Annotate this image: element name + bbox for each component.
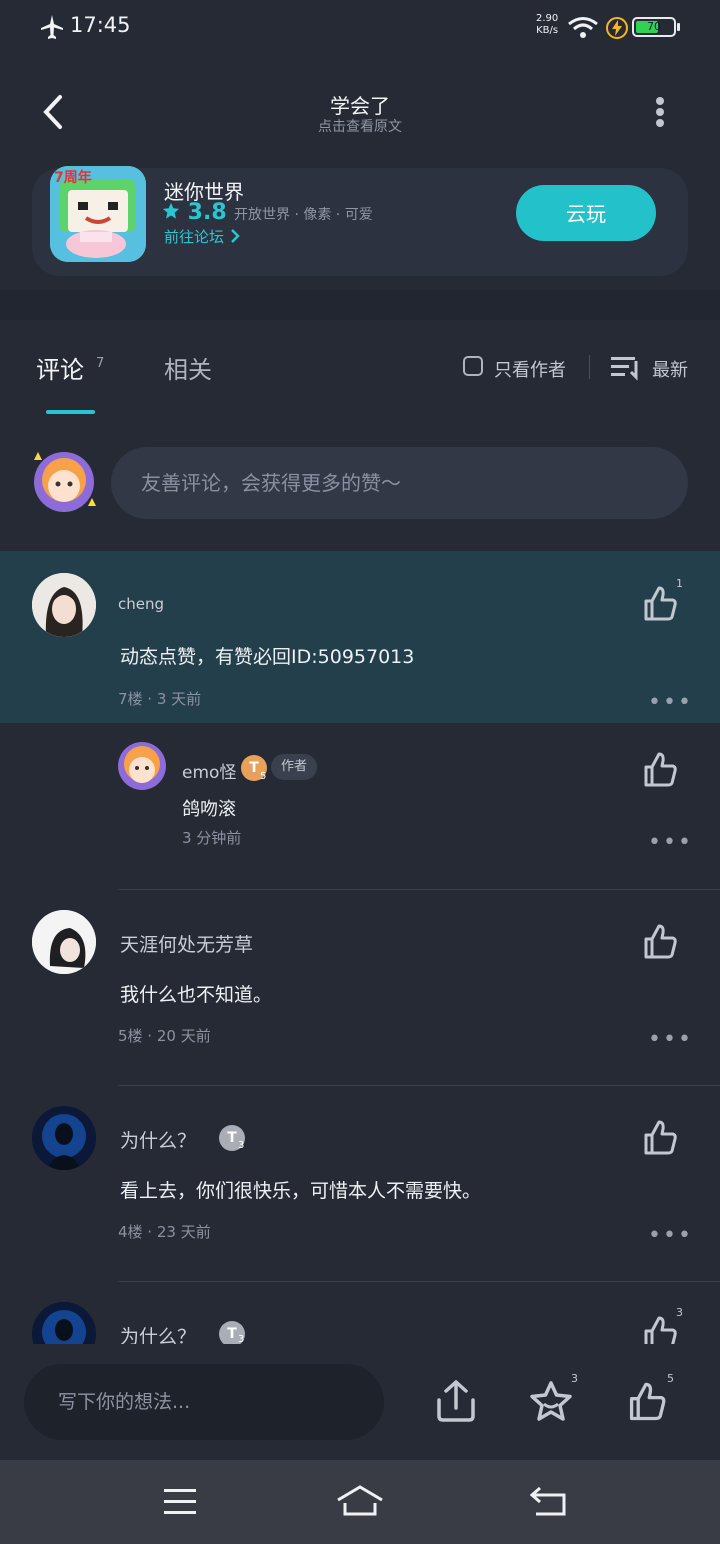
thumbs-up-icon[interactable] bbox=[640, 584, 680, 624]
avatar[interactable] bbox=[32, 1106, 96, 1170]
reply-username[interactable]: emo怪 bbox=[182, 758, 236, 783]
divider bbox=[118, 1281, 720, 1282]
reply-input[interactable]: 写下你的想法... bbox=[24, 1364, 384, 1440]
like-count: 1 bbox=[676, 577, 683, 590]
thumbs-up-icon[interactable] bbox=[640, 750, 680, 790]
my-avatar bbox=[26, 446, 102, 518]
wifi-icon bbox=[568, 17, 598, 38]
back-nav-icon[interactable] bbox=[528, 1484, 570, 1518]
network-speed: 2.90 KB/s bbox=[536, 13, 559, 36]
reply-text: 鸽吻滚 bbox=[182, 799, 236, 820]
sort-icon[interactable] bbox=[610, 355, 640, 381]
like-count: 3 bbox=[676, 1306, 683, 1319]
game-icon-banner-text: 7周年 bbox=[54, 169, 92, 186]
comment-input[interactable]: 友善评论，会获得更多的赞～ bbox=[111, 447, 688, 519]
game-tags: 开放世界 · 像素 · 可爱 bbox=[234, 207, 373, 223]
status-bar: 17:45 2.90 KB/s 70 bbox=[0, 0, 720, 56]
comment-text: 看上去，你们很快乐，可惜本人不需要快。 bbox=[120, 1180, 482, 1202]
more-actions-icon[interactable]: ••• bbox=[648, 1027, 693, 1052]
like-total-count: 5 bbox=[667, 1372, 674, 1385]
thumbs-up-icon[interactable] bbox=[640, 1118, 680, 1158]
airplane-mode-icon bbox=[41, 15, 63, 39]
game-rating: 3.8 bbox=[162, 200, 227, 225]
author-only-checkbox[interactable] bbox=[463, 356, 483, 376]
chevron-right-icon bbox=[230, 229, 240, 243]
view-original-link[interactable]: 点击查看原文 bbox=[0, 116, 720, 136]
menu-icon[interactable] bbox=[162, 1486, 198, 1518]
share-icon[interactable] bbox=[434, 1378, 478, 1424]
badge-level: 3 bbox=[238, 1140, 245, 1151]
battery-indicator: 70 bbox=[632, 17, 676, 37]
comment-username[interactable]: 为什么？ bbox=[120, 1126, 196, 1153]
comment-username[interactable]: cheng bbox=[118, 595, 164, 613]
cloud-play-button[interactable]: 云玩 bbox=[516, 185, 656, 241]
star-icon bbox=[162, 202, 180, 219]
avatar[interactable] bbox=[112, 738, 172, 794]
avatar[interactable] bbox=[32, 910, 96, 974]
author-tag: 作者 bbox=[271, 754, 318, 780]
game-icon[interactable]: 7周年 bbox=[50, 166, 146, 262]
status-time: 17:45 bbox=[70, 13, 131, 37]
favorite-star-icon[interactable] bbox=[528, 1380, 574, 1424]
more-actions-icon[interactable]: ••• bbox=[648, 1223, 693, 1248]
divider bbox=[118, 1085, 720, 1086]
tab-comments[interactable]: 评论 bbox=[36, 350, 84, 385]
charging-icon bbox=[606, 17, 628, 39]
active-tab-indicator bbox=[46, 410, 95, 414]
comment-meta: 7楼 · 3 天前 bbox=[118, 690, 202, 708]
filter-divider bbox=[589, 355, 590, 379]
highlighted-comment-bg bbox=[0, 551, 720, 723]
comment-username[interactable]: 天涯何处无芳草 bbox=[120, 930, 253, 957]
avatar[interactable] bbox=[32, 573, 96, 637]
thumbs-up-icon[interactable] bbox=[640, 922, 680, 962]
favorite-count: 3 bbox=[571, 1372, 578, 1385]
more-actions-icon[interactable]: ••• bbox=[648, 830, 693, 855]
badge-level: 5 bbox=[260, 771, 267, 782]
reply-meta: 3 分钟前 bbox=[182, 829, 242, 847]
divider bbox=[118, 889, 720, 890]
battery-cap bbox=[677, 23, 680, 31]
comment-meta: 4楼 · 23 天前 bbox=[118, 1223, 211, 1241]
comments-count: 7 bbox=[96, 356, 105, 371]
more-options-icon[interactable] bbox=[650, 96, 670, 128]
author-only-label[interactable]: 只看作者 bbox=[494, 356, 566, 382]
section-divider bbox=[0, 290, 720, 320]
tab-related[interactable]: 相关 bbox=[164, 350, 212, 385]
comment-text: 我什么也不知道。 bbox=[120, 984, 273, 1006]
comment-text: 动态点赞，有赞必回ID:50957013 bbox=[120, 646, 415, 668]
forum-link[interactable]: 前往论坛 bbox=[164, 226, 241, 247]
like-icon[interactable] bbox=[624, 1380, 670, 1424]
page-title[interactable]: 学会了 bbox=[0, 90, 720, 119]
sort-label[interactable]: 最新 bbox=[652, 356, 688, 382]
comment-meta: 5楼 · 20 天前 bbox=[118, 1027, 211, 1045]
more-actions-icon[interactable]: ••• bbox=[648, 690, 693, 715]
home-icon[interactable] bbox=[335, 1484, 385, 1518]
